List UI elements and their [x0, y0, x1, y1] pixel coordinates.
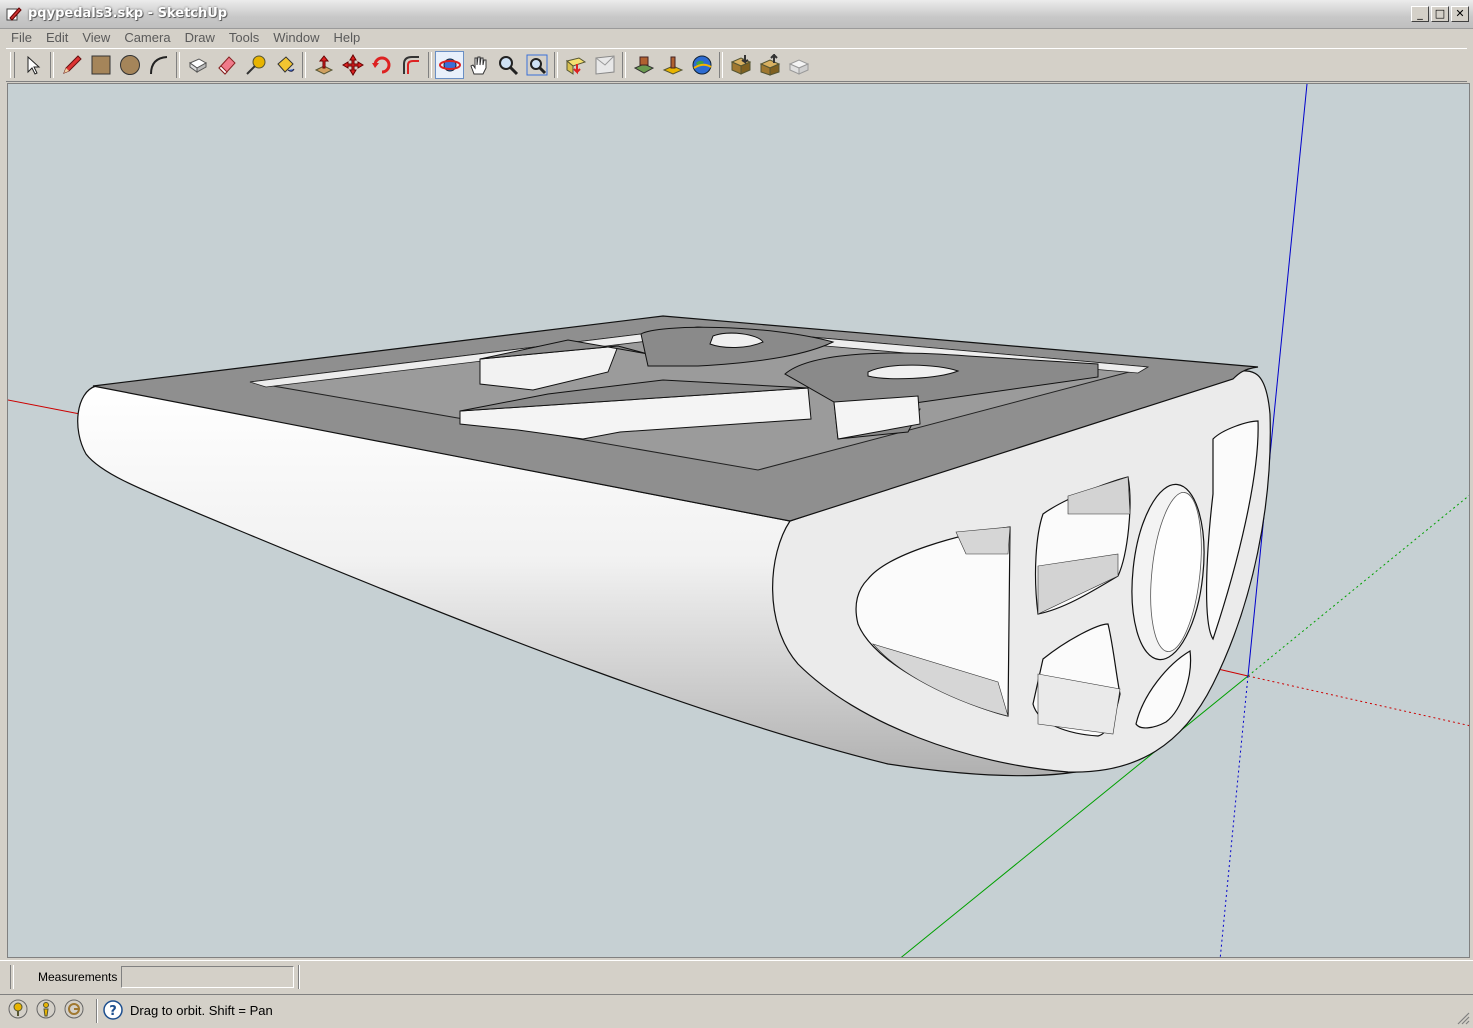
- zoom-extents-icon: [526, 54, 547, 76]
- user-status-icon[interactable]: [64, 999, 84, 1019]
- toolbar-separator: [302, 52, 306, 78]
- measurements-input[interactable]: [121, 966, 294, 988]
- toolbar-grip[interactable]: [10, 52, 15, 78]
- get-models-button[interactable]: [726, 51, 755, 79]
- google-earth-button[interactable]: [687, 51, 716, 79]
- rotate-tool-button[interactable]: [367, 51, 396, 79]
- tape-measure-icon: [245, 55, 265, 75]
- toolbar-separator: [622, 52, 626, 78]
- circle-icon: [119, 55, 140, 75]
- toggle-terrain-icon: [662, 56, 683, 75]
- status-bar: ? Drag to orbit. Shift = Pan: [0, 994, 1473, 1028]
- green-axis-dotted: [1247, 494, 1469, 677]
- pencil-icon: [62, 55, 82, 74]
- toolbar-separator: [719, 52, 723, 78]
- credits-status-icon[interactable]: [36, 999, 56, 1019]
- menu-window[interactable]: Window: [266, 28, 326, 48]
- menu-bar: File Edit View Camera Draw Tools Window …: [0, 28, 1473, 48]
- make-component-icon: [188, 58, 207, 73]
- model-scene: [8, 84, 1469, 957]
- get-models-icon: [730, 55, 751, 75]
- menu-tools[interactable]: Tools: [222, 28, 266, 48]
- eraser-icon: [217, 56, 236, 75]
- geolocation-status-icon[interactable]: [8, 999, 28, 1019]
- maximize-button[interactable]: □: [1431, 6, 1449, 22]
- paint-bucket-button[interactable]: [270, 51, 299, 79]
- zoom-extents-button[interactable]: [522, 51, 551, 79]
- pan-tool-button[interactable]: [464, 51, 493, 79]
- arc-tool-button[interactable]: [144, 51, 173, 79]
- next-view-icon: [595, 55, 614, 75]
- tape-measure-button[interactable]: [241, 51, 270, 79]
- share-model-button[interactable]: [755, 51, 784, 79]
- measurements-separator: [298, 965, 300, 989]
- zoom-icon: [498, 56, 518, 76]
- sketchup-app-icon: [6, 7, 22, 21]
- follow-me-button[interactable]: [396, 51, 425, 79]
- menu-draw[interactable]: Draw: [178, 28, 222, 48]
- arc-icon: [149, 56, 167, 75]
- share-model-icon: [759, 54, 780, 76]
- push-pull-icon: [314, 55, 333, 75]
- select-icon: [27, 55, 40, 75]
- select-tool-button[interactable]: [18, 51, 47, 79]
- move-icon: [341, 54, 364, 76]
- share-component-icon: [788, 59, 809, 75]
- orbit-icon: [438, 58, 461, 72]
- toolbar-separator: [428, 52, 432, 78]
- toggle-terrain-button[interactable]: [658, 51, 687, 79]
- move-tool-button[interactable]: [338, 51, 367, 79]
- red-axis-dotted: [1247, 675, 1469, 727]
- menu-edit[interactable]: Edit: [39, 28, 75, 48]
- toolbar-separator: [554, 52, 558, 78]
- toolbar-separator: [50, 52, 54, 78]
- measurements-grip[interactable]: [10, 965, 14, 989]
- menu-file[interactable]: File: [4, 28, 39, 48]
- main-toolbar: [6, 48, 1467, 82]
- paint-bucket-icon: [276, 56, 294, 73]
- add-location-icon: [633, 56, 654, 74]
- circle-tool-button[interactable]: [115, 51, 144, 79]
- status-separator: [96, 999, 98, 1023]
- menu-help[interactable]: Help: [327, 28, 368, 48]
- status-message: Drag to orbit. Shift = Pan: [130, 1003, 273, 1018]
- eraser-tool-button[interactable]: [212, 51, 241, 79]
- blue-axis-dotted: [1219, 675, 1249, 957]
- pencil-tool-button[interactable]: [57, 51, 86, 79]
- pan-icon: [469, 56, 486, 75]
- title-bar: pqypedals3.skp - SketchUp _ □ ✕: [0, 0, 1473, 29]
- svg-text:?: ?: [109, 1004, 117, 1019]
- measurements-label: Measurements: [38, 970, 118, 984]
- previous-view-icon: [565, 57, 586, 75]
- follow-me-icon: [402, 56, 419, 74]
- red-axis: [8, 399, 81, 415]
- make-component-button[interactable]: [183, 51, 212, 79]
- orbit-tool-button[interactable]: [435, 51, 464, 79]
- toolbar-separator: [176, 52, 180, 78]
- push-pull-button[interactable]: [309, 51, 338, 79]
- minimize-button[interactable]: _: [1411, 6, 1429, 22]
- close-button[interactable]: ✕: [1451, 6, 1469, 22]
- resize-grip-icon[interactable]: [1456, 1011, 1470, 1025]
- share-component-button[interactable]: [784, 51, 813, 79]
- google-earth-icon: [692, 55, 712, 75]
- rotate-icon: [371, 56, 390, 74]
- measurements-bar: Measurements: [0, 960, 1473, 993]
- window-title: pqypedals3.skp - SketchUp: [28, 6, 228, 21]
- next-view-button[interactable]: [590, 51, 619, 79]
- drawing-viewport[interactable]: [7, 83, 1470, 958]
- previous-view-button[interactable]: [561, 51, 590, 79]
- menu-camera[interactable]: Camera: [117, 28, 177, 48]
- rectangle-tool-button[interactable]: [86, 51, 115, 79]
- menu-view[interactable]: View: [75, 28, 117, 48]
- add-location-button[interactable]: [629, 51, 658, 79]
- zoom-tool-button[interactable]: [493, 51, 522, 79]
- rectangle-icon: [91, 55, 110, 75]
- help-icon[interactable]: ?: [103, 1000, 123, 1020]
